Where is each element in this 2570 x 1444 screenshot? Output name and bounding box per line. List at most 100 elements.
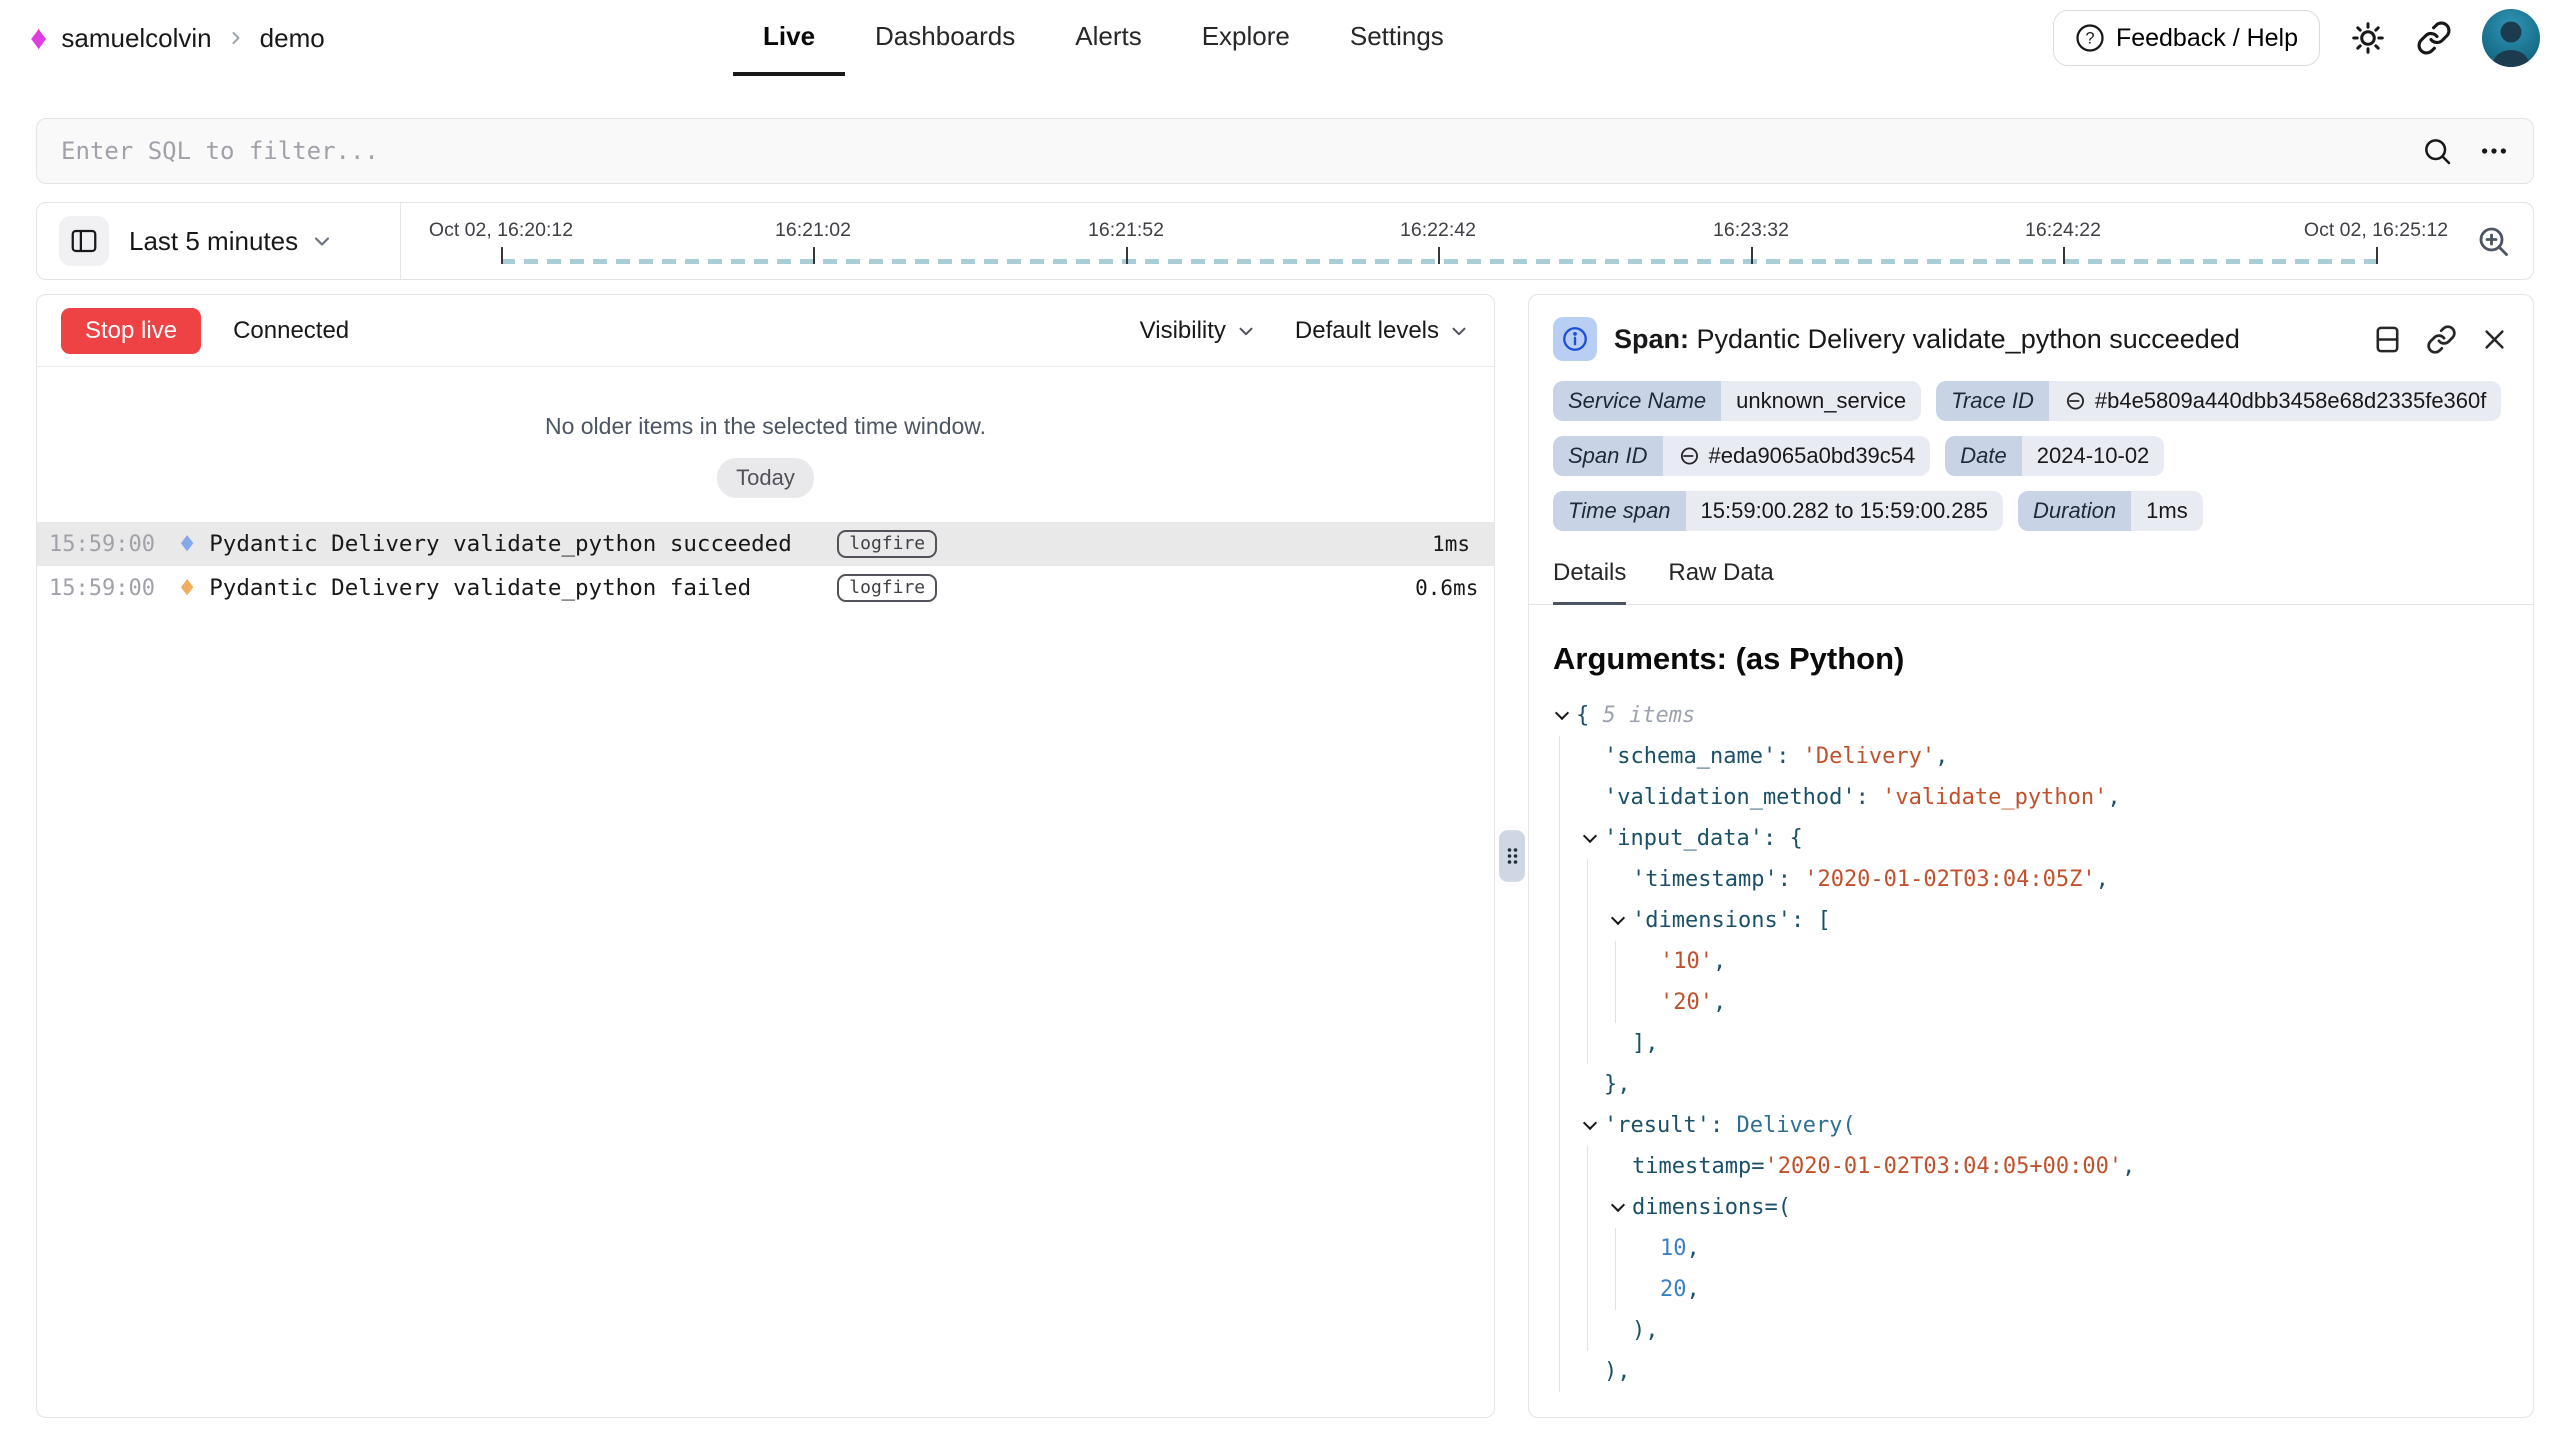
default-levels-dropdown[interactable]: Default levels [1295,317,1470,345]
code-line: timestamp='2020-01-02T03:04:05+00:00', [1553,1146,2509,1187]
indent-guide [1587,1310,1588,1351]
copy-link-icon[interactable] [2426,324,2457,355]
attr-service-name: Service Name unknown_service [1553,381,1921,421]
info-icon [1553,317,1597,361]
collapse-caret-icon[interactable] [1611,911,1625,925]
timeline-tick-label: 16:21:52 [1088,219,1164,242]
attr-label: Service Name [1553,381,1721,421]
tab-dashboards[interactable]: Dashboards [845,0,1045,76]
connection-status: Connected [233,317,349,345]
attr-trace-id: Trace ID #b4e5809a440dbb3458e68d2335fe36… [1936,381,2501,421]
attr-label: Duration [2018,491,2131,531]
indent-guide [1559,1228,1560,1269]
toggle-sidebar-button[interactable] [59,216,109,266]
log-row-succeeded[interactable]: 15:59:00 ♦ Pydantic Delivery validate_py… [37,522,1494,566]
drag-handle[interactable] [1499,830,1525,882]
visibility-label: Visibility [1140,317,1226,345]
collapse-caret-icon[interactable] [1555,706,1569,720]
chevron-down-icon [310,229,334,253]
timeline-tick [501,247,503,264]
indent-guide [1559,982,1560,1023]
span-title-prefix: Span: [1614,324,1689,354]
chevron-right-icon [226,28,246,48]
log-duration: 1ms [1415,532,1470,556]
logfire-tag: logfire [837,574,937,602]
code-line: { 5 items [1553,695,2509,736]
timeline-tick [1126,247,1128,264]
log-duration: 0.6ms [1415,576,1478,600]
indent-guide [1587,1023,1588,1064]
code-line: '10', [1553,941,2509,982]
indent-guide [1559,900,1560,941]
visibility-dropdown[interactable]: Visibility [1140,317,1257,345]
docs-panel-icon[interactable] [2372,324,2403,355]
log-row-failed[interactable]: 15:59:00 ♦ Pydantic Delivery validate_py… [37,566,1494,610]
main-nav: Live Dashboards Alerts Explore Settings [733,0,1474,76]
collapse-caret-icon[interactable] [1583,1116,1597,1130]
tab-explore[interactable]: Explore [1172,0,1320,76]
user-avatar[interactable] [2482,9,2540,67]
time-range-bar: Last 5 minutes Oct 02, 16:20:12 16:21:02… [36,202,2534,280]
date-chip-today[interactable]: Today [717,458,814,498]
timeline-tick [1438,247,1440,264]
more-options-icon[interactable] [2479,136,2509,166]
code-line: ], [1553,1023,2509,1064]
log-message: Pydantic Delivery validate_python succee… [209,531,837,557]
code-line: '20', [1553,982,2509,1023]
search-icon[interactable] [2421,135,2453,167]
tab-alerts[interactable]: Alerts [1045,0,1171,76]
attr-duration: Duration 1ms [2018,491,2203,531]
timeline-tick-label: 16:22:42 [1400,219,1476,242]
tab-live[interactable]: Live [733,0,845,76]
live-feed-header: Stop live Connected Visibility Default l… [37,295,1494,367]
breadcrumb: ♦ samuelcolvin demo [30,21,325,55]
tab-details[interactable]: Details [1553,559,1626,605]
question-circle-icon: ? [2075,23,2105,53]
code-line: 'result': Delivery( [1553,1105,2509,1146]
log-message: Pydantic Delivery validate_python failed [209,575,837,601]
collapse-caret-icon[interactable] [1583,829,1597,843]
link-chain-icon[interactable] [2064,390,2086,412]
log-rows: 15:59:00 ♦ Pydantic Delivery validate_py… [37,522,1494,610]
breadcrumb-project[interactable]: demo [260,23,325,54]
code-line: 'schema_name': 'Delivery', [1553,736,2509,777]
link-chain-icon[interactable] [1678,445,1700,467]
tab-settings[interactable]: Settings [1320,0,1474,76]
indent-guide [1587,1269,1588,1310]
feedback-help-label: Feedback / Help [2116,24,2298,53]
time-range-dropdown[interactable]: Last 5 minutes [129,226,334,257]
tab-raw-data[interactable]: Raw Data [1668,559,1773,604]
attr-value: 1ms [2146,498,2188,524]
stop-live-button[interactable]: Stop live [61,308,201,354]
indent-guide [1587,859,1588,900]
collapse-caret-icon[interactable] [1611,1198,1625,1212]
span-attributes: Service Name unknown_service Trace ID #b… [1529,377,2533,531]
sql-filter-input[interactable] [61,137,2421,165]
indent-guide [1587,900,1588,941]
indent-guide [1587,1228,1588,1269]
indent-guide [1559,1064,1560,1105]
time-range-label: Last 5 minutes [129,226,298,257]
top-nav-bar: ♦ samuelcolvin demo Live Dashboards Aler… [0,0,2570,76]
close-icon[interactable] [2480,325,2509,354]
breadcrumb-org[interactable]: samuelcolvin [61,23,211,54]
theme-toggle-sun-icon[interactable] [2350,20,2386,56]
timeline-tick-label: 16:21:02 [775,219,851,242]
share-link-icon[interactable] [2416,20,2452,56]
header-actions: ? Feedback / Help [2053,9,2540,67]
timeline[interactable]: Oct 02, 16:20:12 16:21:02 16:21:52 16:22… [401,203,2533,279]
code-line: 'dimensions': [ [1553,900,2509,941]
indent-guide [1559,818,1560,859]
indent-guide [1559,1310,1560,1351]
indent-guide [1615,982,1616,1023]
attr-value: #eda9065a0bd39c54 [1709,443,1916,469]
feedback-help-button[interactable]: ? Feedback / Help [2053,10,2320,66]
code-line: 'input_data': { [1553,818,2509,859]
indent-guide [1559,777,1560,818]
zoom-in-icon[interactable] [2475,223,2511,259]
indent-guide [1587,1146,1588,1187]
empty-window-notice: No older items in the selected time wind… [37,413,1494,440]
code-line: 10, [1553,1228,2509,1269]
logfire-logo-icon: ♦ [30,21,47,55]
code-line: dimensions=( [1553,1187,2509,1228]
